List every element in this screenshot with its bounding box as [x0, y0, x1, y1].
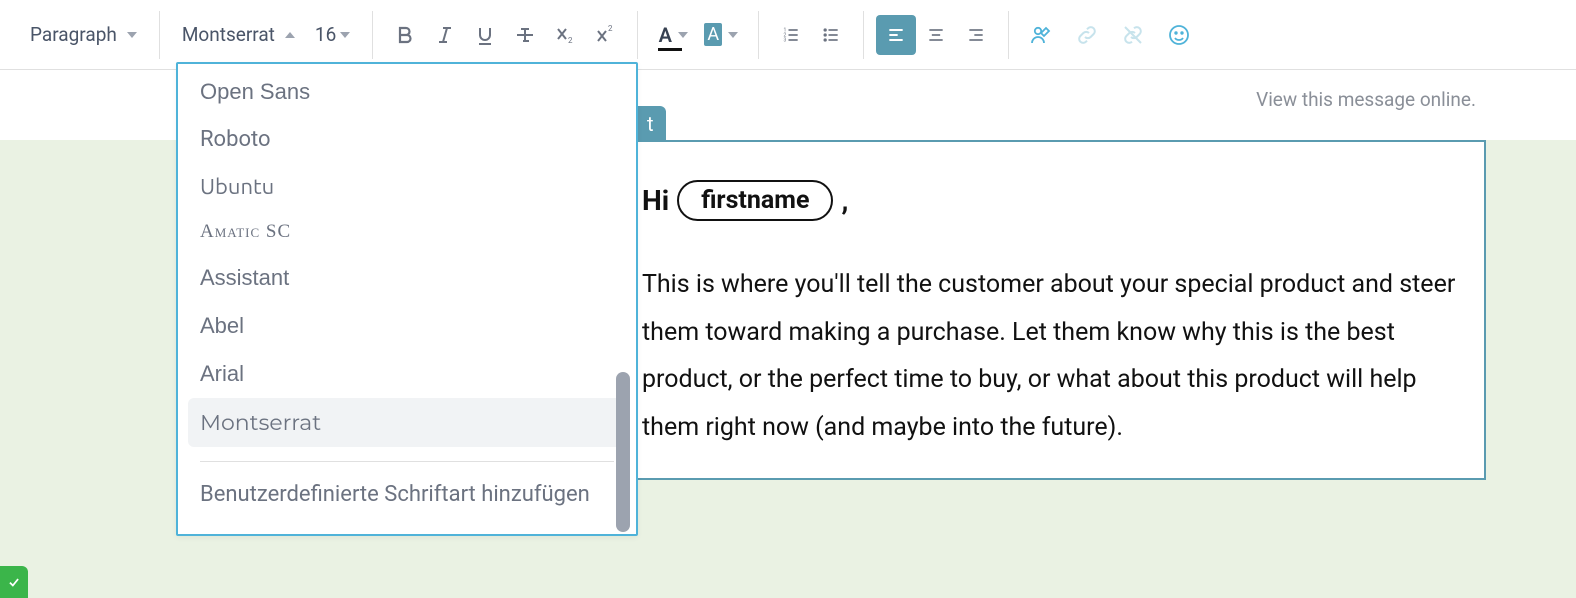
svg-text:2: 2: [568, 36, 573, 45]
caret-up-icon: [285, 32, 295, 38]
font-list: Open SansRobotoUbuntuAmatic SCAssistantA…: [178, 68, 636, 447]
color-bar: [658, 48, 682, 51]
emoji-button[interactable]: [1159, 15, 1199, 55]
toolbar: Paragraph Montserrat 16 2: [0, 0, 1576, 70]
align-right-button[interactable]: [956, 15, 996, 55]
paragraph-style-label: Paragraph: [30, 23, 117, 46]
font-size-label: 16: [315, 23, 336, 46]
unordered-list-button[interactable]: [811, 15, 851, 55]
font-option-arial[interactable]: Arial: [178, 350, 636, 398]
unlink-button[interactable]: [1113, 15, 1153, 55]
font-option-montserrat[interactable]: Montserrat: [188, 398, 626, 447]
link-button[interactable]: [1067, 15, 1107, 55]
add-custom-font[interactable]: Benutzerdefinierte Schriftart hinzufügen: [178, 470, 636, 530]
font-option-amatic-sc[interactable]: Amatic SC: [178, 210, 636, 254]
greeting-prefix: Hi: [642, 184, 669, 217]
superscript-button[interactable]: 2: [585, 15, 625, 55]
subscript-button[interactable]: 2: [545, 15, 585, 55]
font-size-dropdown[interactable]: 16: [305, 17, 360, 52]
font-option-assistant[interactable]: Assistant: [178, 254, 636, 302]
font-option-ubuntu[interactable]: Ubuntu: [178, 163, 636, 210]
view-online-link[interactable]: View this message online.: [1256, 88, 1476, 111]
scrollbar-thumb[interactable]: [616, 372, 630, 532]
svg-text:2: 2: [608, 24, 613, 33]
align-left-button[interactable]: [876, 15, 916, 55]
strikethrough-button[interactable]: [505, 15, 545, 55]
svg-text:3: 3: [784, 37, 787, 43]
paragraph-style-dropdown[interactable]: Paragraph: [20, 17, 147, 52]
caret-down-icon: [728, 32, 738, 38]
ordered-list-button[interactable]: 123: [771, 15, 811, 55]
menu-divider: [200, 461, 614, 462]
selection-tab[interactable]: t: [635, 106, 666, 142]
text-color-button[interactable]: A: [650, 15, 696, 55]
underline-button[interactable]: [465, 15, 505, 55]
font-family-dropdown[interactable]: Montserrat: [172, 17, 305, 52]
merge-tag-firstname[interactable]: firstname: [677, 180, 833, 221]
bold-button[interactable]: [385, 15, 425, 55]
text-block-editor[interactable]: Hi firstname , This is where you'll tell…: [616, 140, 1486, 480]
caret-down-icon: [340, 32, 350, 38]
greeting-line: Hi firstname ,: [642, 180, 1460, 221]
italic-button[interactable]: [425, 15, 465, 55]
body-paragraph[interactable]: This is where you'll tell the customer a…: [642, 261, 1460, 451]
background-color-button[interactable]: A: [696, 15, 746, 55]
font-option-roboto[interactable]: Roboto: [178, 116, 636, 163]
scrollbar-track[interactable]: [616, 72, 630, 526]
help-tab[interactable]: [0, 566, 28, 598]
align-center-button[interactable]: [916, 15, 956, 55]
font-option-abel[interactable]: Abel: [178, 302, 636, 350]
font-family-menu: Open SansRobotoUbuntuAmatic SCAssistantA…: [176, 62, 638, 536]
font-family-label: Montserrat: [182, 23, 275, 46]
font-option-open-sans[interactable]: Open Sans: [178, 68, 636, 116]
caret-down-icon: [678, 32, 688, 38]
greeting-suffix: ,: [841, 184, 848, 217]
caret-down-icon: [127, 32, 137, 38]
personalization-button[interactable]: [1021, 15, 1061, 55]
